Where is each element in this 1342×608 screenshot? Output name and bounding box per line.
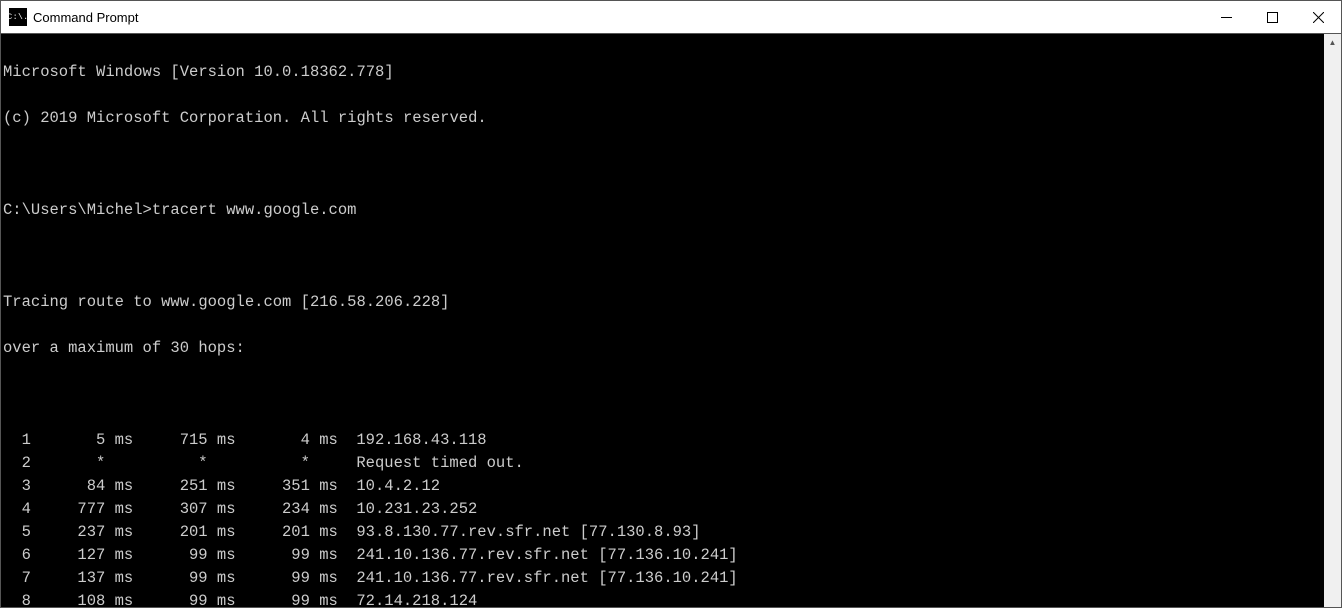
hop-unit: ms — [208, 567, 236, 590]
hop-time-1: 237 — [31, 521, 105, 544]
hop-time-1: 777 — [31, 498, 105, 521]
close-button[interactable] — [1295, 1, 1341, 33]
window-title: Command Prompt — [33, 10, 138, 25]
hop-time-3: 234 — [235, 498, 309, 521]
blank-line — [3, 153, 1322, 176]
hop-host: 241.10.136.77.rev.sfr.net [77.136.10.241… — [338, 567, 738, 590]
tracert-hop-row: 384 ms251 ms351 ms10.4.2.12 — [3, 475, 1322, 498]
vertical-scrollbar[interactable]: ▲ — [1324, 34, 1341, 607]
hop-host: 10.4.2.12 — [338, 475, 440, 498]
hop-number: 1 — [3, 429, 31, 452]
titlebar[interactable]: C:\. Command Prompt — [1, 1, 1341, 34]
hop-unit: ms — [208, 475, 236, 498]
prompt-line: C:\Users\Michel>tracert www.google.com — [3, 199, 1322, 222]
hop-time-1: 108 — [31, 590, 105, 608]
hop-time-1: 127 — [31, 544, 105, 567]
blank-line — [3, 245, 1322, 268]
hop-unit: ms — [208, 521, 236, 544]
hop-time-2: 201 — [133, 521, 207, 544]
hop-unit: ms — [105, 429, 133, 452]
hop-unit: ms — [105, 544, 133, 567]
blank-line — [3, 383, 1322, 406]
output-line: (c) 2019 Microsoft Corporation. All righ… — [3, 107, 1322, 130]
hop-number: 8 — [3, 590, 31, 608]
scroll-up-button[interactable]: ▲ — [1324, 34, 1341, 51]
tracert-hop-row: 15 ms715 ms4 ms192.168.43.118 — [3, 429, 1322, 452]
hop-number: 4 — [3, 498, 31, 521]
hop-host: 10.231.23.252 — [338, 498, 478, 521]
hop-host: 241.10.136.77.rev.sfr.net [77.136.10.241… — [338, 544, 738, 567]
output-line: over a maximum of 30 hops: — [3, 337, 1322, 360]
tracert-hop-row: 8108 ms99 ms99 ms72.14.218.124 — [3, 590, 1322, 608]
hop-unit: ms — [310, 475, 338, 498]
hop-unit: ms — [105, 521, 133, 544]
terminal-output[interactable]: Microsoft Windows [Version 10.0.18362.77… — [1, 34, 1324, 607]
output-line: Microsoft Windows [Version 10.0.18362.77… — [3, 61, 1322, 84]
hop-unit: ms — [310, 544, 338, 567]
minimize-button[interactable] — [1203, 1, 1249, 33]
hop-time-3: 351 — [235, 475, 309, 498]
tracert-hop-row: 4777 ms307 ms234 ms10.231.23.252 — [3, 498, 1322, 521]
hop-unit — [310, 452, 338, 475]
tracert-hop-row: 5237 ms201 ms201 ms93.8.130.77.rev.sfr.n… — [3, 521, 1322, 544]
hop-unit: ms — [208, 544, 236, 567]
hop-time-3: * — [235, 452, 309, 475]
hop-unit — [208, 452, 236, 475]
hop-time-1: 137 — [31, 567, 105, 590]
hop-time-2: 99 — [133, 567, 207, 590]
hop-unit: ms — [208, 498, 236, 521]
maximize-button[interactable] — [1249, 1, 1295, 33]
command-prompt-window: C:\. Command Prompt Microsoft Windows [V… — [0, 0, 1342, 608]
hop-number: 2 — [3, 452, 31, 475]
hop-unit: ms — [105, 475, 133, 498]
hop-host: Request timed out. — [338, 452, 524, 475]
hop-time-2: 251 — [133, 475, 207, 498]
hop-unit: ms — [105, 590, 133, 608]
hop-time-3: 99 — [235, 590, 309, 608]
hop-time-3: 201 — [235, 521, 309, 544]
hop-number: 6 — [3, 544, 31, 567]
hop-time-3: 4 — [235, 429, 309, 452]
hop-unit: ms — [105, 567, 133, 590]
cmd-icon: C:\. — [9, 8, 27, 26]
hop-unit: ms — [310, 429, 338, 452]
hop-time-2: 99 — [133, 544, 207, 567]
hop-unit: ms — [208, 429, 236, 452]
hop-time-2: 715 — [133, 429, 207, 452]
hop-unit: ms — [105, 498, 133, 521]
client-area: Microsoft Windows [Version 10.0.18362.77… — [1, 34, 1341, 607]
output-line: Tracing route to www.google.com [216.58.… — [3, 291, 1322, 314]
hop-time-2: 307 — [133, 498, 207, 521]
hop-unit — [105, 452, 133, 475]
tracert-table: 15 ms715 ms4 ms192.168.43.1182* * * Requ… — [3, 429, 1322, 608]
tracert-hop-row: 2* * * Request timed out. — [3, 452, 1322, 475]
hop-unit: ms — [208, 590, 236, 608]
tracert-hop-row: 7137 ms99 ms99 ms241.10.136.77.rev.sfr.n… — [3, 567, 1322, 590]
hop-time-1: * — [31, 452, 105, 475]
hop-time-2: * — [133, 452, 207, 475]
hop-host: 72.14.218.124 — [338, 590, 478, 608]
hop-time-1: 5 — [31, 429, 105, 452]
hop-time-3: 99 — [235, 544, 309, 567]
hop-unit: ms — [310, 498, 338, 521]
hop-time-3: 99 — [235, 567, 309, 590]
hop-number: 3 — [3, 475, 31, 498]
hop-host: 93.8.130.77.rev.sfr.net [77.130.8.93] — [338, 521, 701, 544]
hop-number: 7 — [3, 567, 31, 590]
hop-unit: ms — [310, 521, 338, 544]
hop-time-2: 99 — [133, 590, 207, 608]
hop-time-1: 84 — [31, 475, 105, 498]
hop-host: 192.168.43.118 — [338, 429, 487, 452]
hop-unit: ms — [310, 590, 338, 608]
hop-unit: ms — [310, 567, 338, 590]
hop-number: 5 — [3, 521, 31, 544]
tracert-hop-row: 6127 ms99 ms99 ms241.10.136.77.rev.sfr.n… — [3, 544, 1322, 567]
